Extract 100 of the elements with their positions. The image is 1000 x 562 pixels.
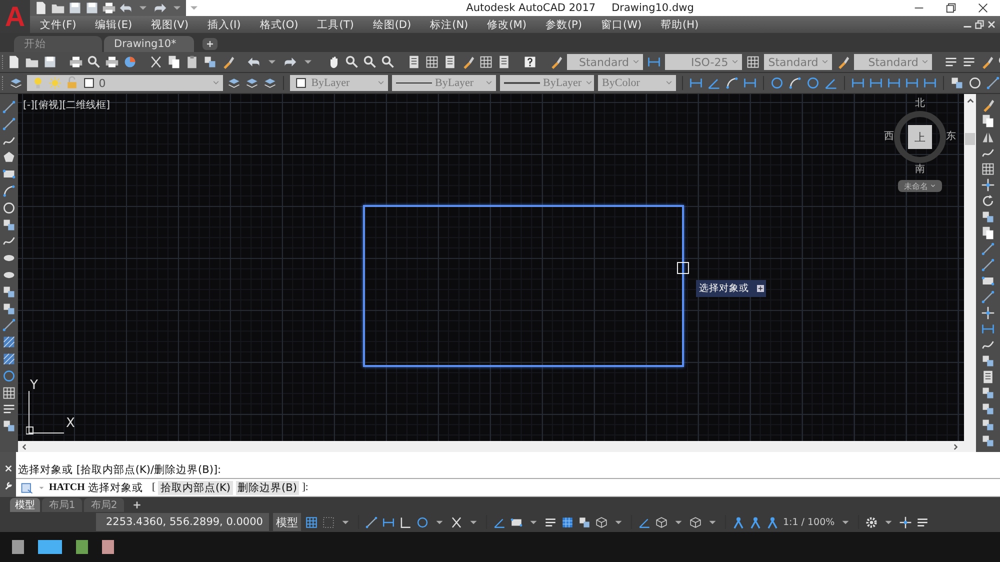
brush-icon[interactable] [980,55,994,69]
move-icon[interactable] [981,178,995,192]
line-icon[interactable] [986,76,1000,90]
block-icon[interactable] [950,76,964,90]
gear-icon[interactable] [864,516,878,528]
brush-icon[interactable] [836,55,850,69]
layout-tab[interactable]: 布局2 [84,498,124,512]
dimension-icon[interactable] [647,55,662,69]
copy-icon[interactable] [981,226,995,240]
cube-icon[interactable] [654,516,668,528]
command-option[interactable]: 拾取内部点(K) [158,480,233,494]
menu-item[interactable]: 窗口(W) [600,18,642,32]
compass-label[interactable]: 西 [884,132,894,142]
panel-icon[interactable] [981,370,995,384]
prompt-icon[interactable] [20,480,34,494]
arc-icon[interactable] [725,76,740,90]
block-icon[interactable] [981,386,995,400]
redo-icon[interactable] [153,1,167,15]
line-icon[interactable] [2,116,16,131]
scroll-thumb[interactable] [965,133,975,145]
block-icon[interactable] [981,354,995,368]
scroll-up-icon[interactable] [966,96,974,105]
layout-tab[interactable]: 模型 [10,498,40,512]
line-icon[interactable] [2,100,16,114]
layout-tab[interactable]: 布局1 [42,498,82,512]
copy-icon[interactable] [981,114,995,128]
circle-icon[interactable] [968,76,982,90]
document-tab[interactable]: Drawing10* [104,36,194,52]
dimension-icon[interactable] [887,76,902,90]
angle-icon[interactable] [824,76,838,90]
block-icon[interactable] [203,55,217,69]
expand-icon[interactable] [757,285,764,292]
menu-item[interactable]: 修改(M) [487,18,526,32]
lines-icon[interactable] [544,516,557,528]
dimension-icon[interactable] [743,76,758,90]
menu-item[interactable]: 帮助(H) [660,18,699,32]
undo-icon[interactable] [119,1,133,15]
lines-icon[interactable] [944,55,958,69]
lines-icon[interactable] [916,516,929,528]
dimension-icon[interactable] [905,76,920,90]
move-icon[interactable] [898,516,912,528]
block-icon[interactable] [2,284,16,299]
line-icon[interactable] [2,318,16,332]
block-icon[interactable] [2,218,16,232]
sphere-icon[interactable] [123,55,137,69]
block-icon[interactable] [2,302,16,316]
hatch-icon[interactable] [2,335,16,350]
rectangle-icon[interactable] [981,274,995,288]
brush-icon[interactable] [549,55,563,69]
menu-item[interactable]: 格式(O) [260,18,298,32]
arc-icon[interactable] [788,76,802,90]
rectangle-icon[interactable] [510,516,523,528]
rotate-icon[interactable] [981,194,995,208]
layers-icon[interactable] [245,76,260,90]
scissors-icon[interactable] [149,55,163,69]
person-icon[interactable] [748,516,762,528]
printer-icon[interactable] [102,1,116,15]
table-icon[interactable] [2,386,16,400]
move-icon[interactable] [981,306,995,320]
dimension-icon[interactable] [382,516,395,528]
coordinates-display[interactable]: 2253.4360, 556.2899, 0.0000 [96,513,269,531]
layers-icon[interactable] [263,76,278,90]
line-icon[interactable] [981,242,995,256]
horizontal-scrollbar[interactable] [18,441,976,452]
panel-icon[interactable] [497,55,511,69]
scroll-left-icon[interactable] [20,442,28,450]
hatch-icon[interactable] [2,352,16,366]
dimension-icon[interactable] [981,322,995,336]
model-space-button[interactable]: 模型 [272,513,301,531]
lines-icon[interactable] [962,55,976,69]
menu-item[interactable]: 绘图(D) [372,18,412,32]
grid-icon[interactable] [304,516,318,528]
dimension-icon[interactable] [689,76,704,90]
menu-item[interactable]: 工具(T) [317,18,354,32]
magnifier-icon[interactable] [363,55,377,69]
circle-icon[interactable] [416,516,429,528]
scissors-icon[interactable] [450,516,463,528]
block-icon[interactable] [578,516,591,528]
compass-label[interactable]: 北 [915,99,925,109]
brush-icon[interactable] [221,55,235,69]
layers-icon[interactable] [227,76,242,90]
panel-icon[interactable] [407,55,421,69]
rectangle-icon[interactable] [2,167,16,182]
brush-icon[interactable] [981,98,995,112]
brush-icon[interactable] [461,55,475,69]
redo-icon[interactable] [283,55,297,69]
person-icon[interactable] [732,516,745,528]
cube-icon[interactable] [594,516,608,528]
menu-item[interactable]: 文件(F) [40,18,76,32]
block-icon[interactable] [981,434,995,448]
viewport-label[interactable]: [-][俯视][二维线框] [23,98,110,112]
view-dropdown[interactable]: 未命名 [898,180,942,192]
layers-icon[interactable] [8,76,23,90]
magnifier-icon[interactable] [87,55,101,69]
menu-item[interactable]: 参数(P) [545,18,582,32]
menu-item[interactable]: 视图(V) [151,18,188,32]
dimension-icon[interactable] [851,76,866,90]
hatch-icon[interactable] [560,516,574,528]
new-tab-icon[interactable] [202,38,218,50]
menu-item[interactable]: 插入(I) [207,18,241,32]
